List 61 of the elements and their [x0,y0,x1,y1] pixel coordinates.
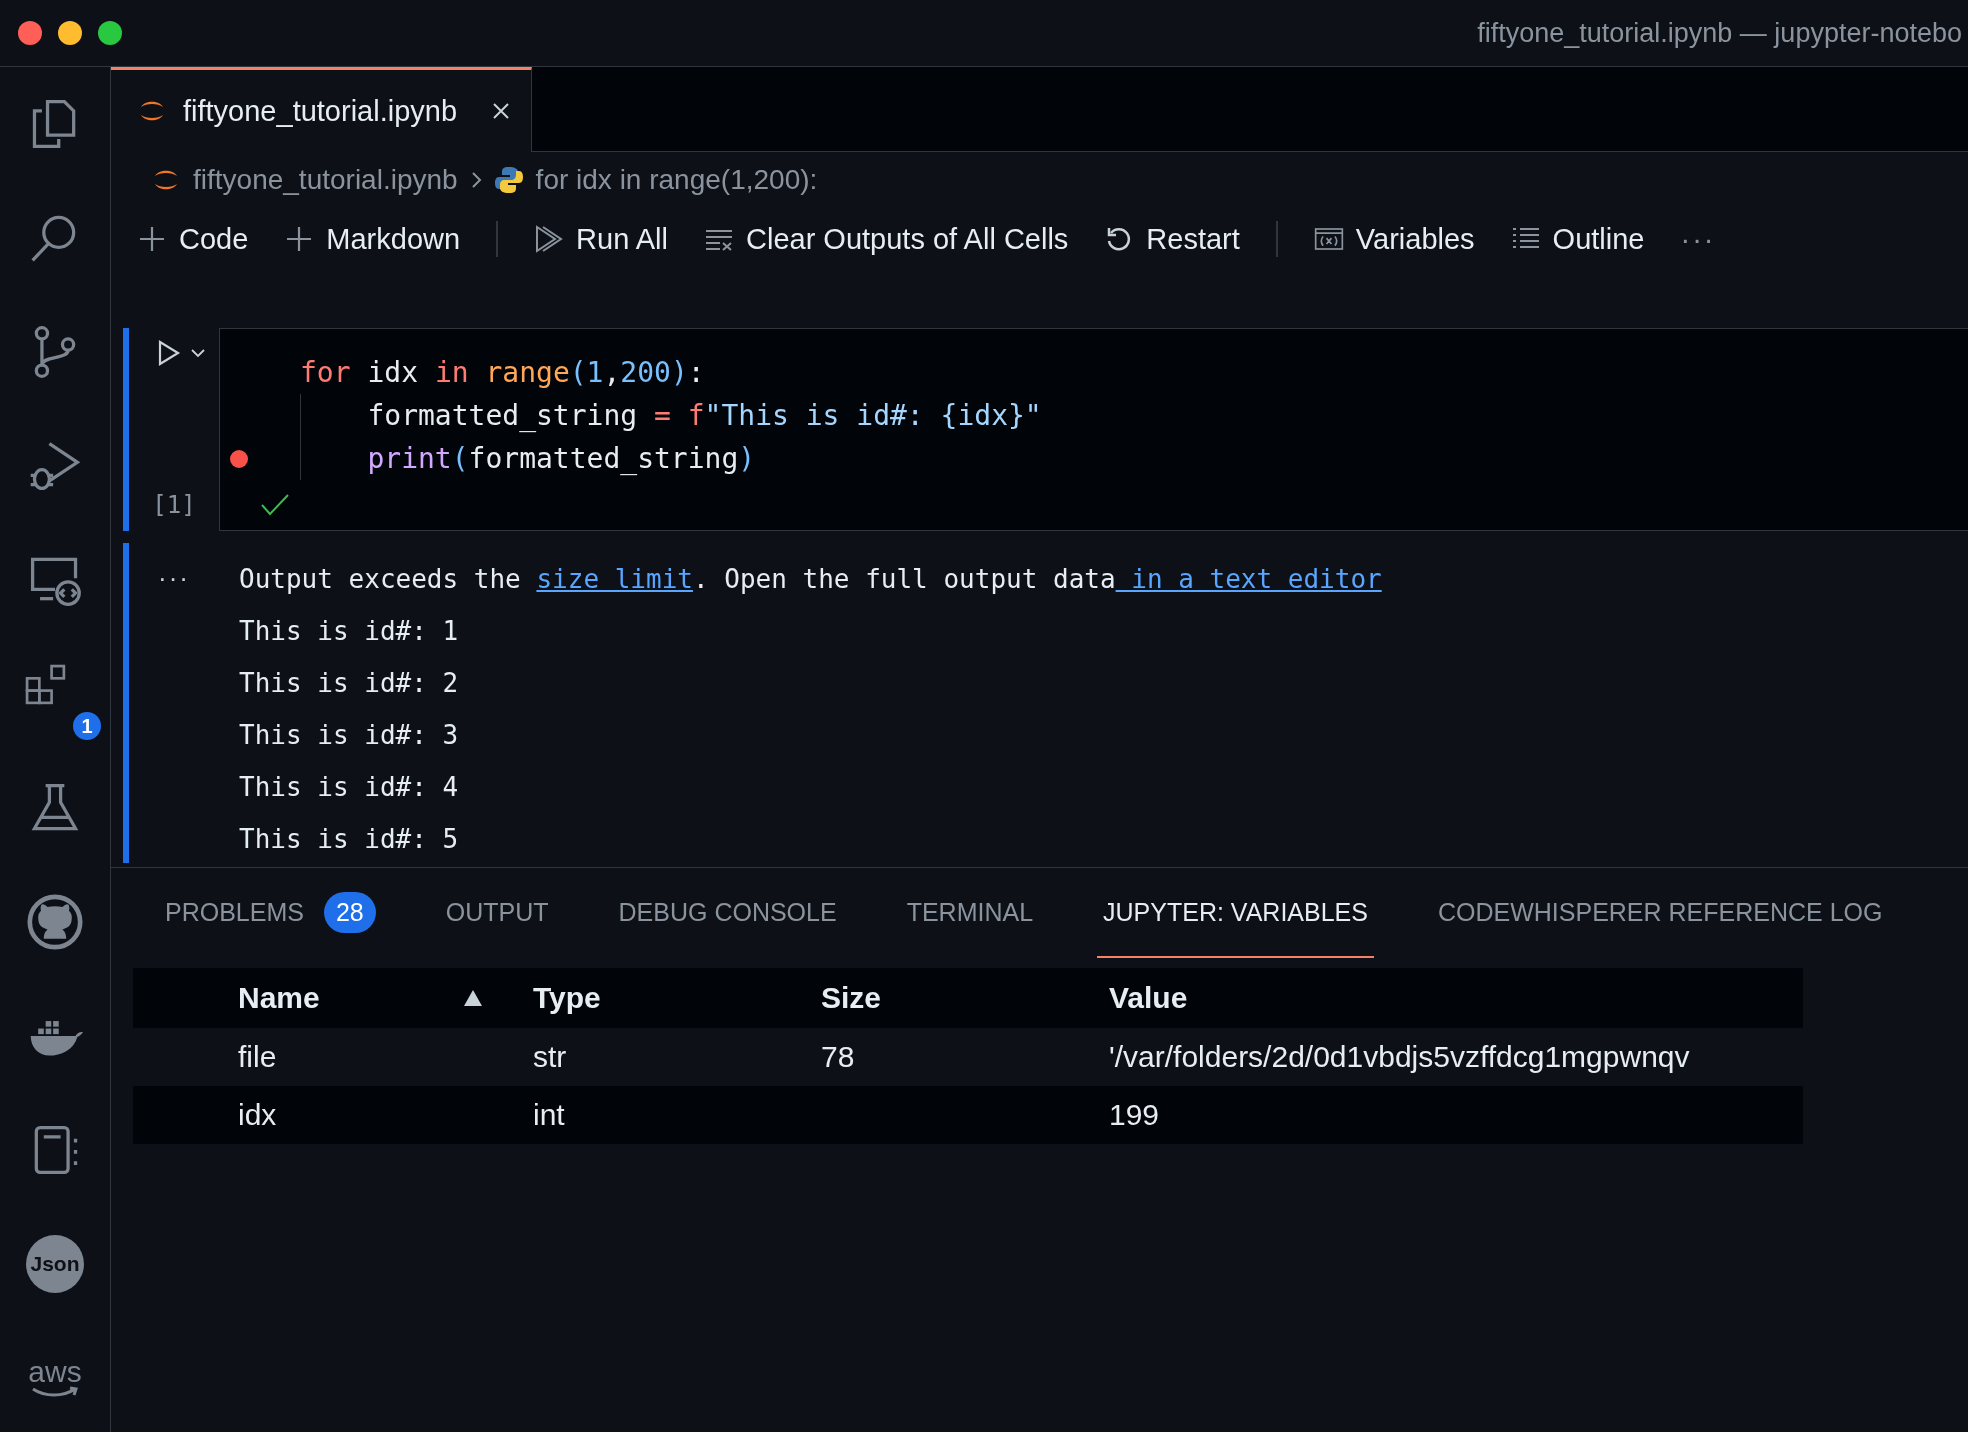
code-line: formatted_string = f"This is id#: {idx}" [300,394,1042,437]
toolbar-button[interactable]: Clear Outputs of All Cells [746,222,1069,256]
column-header[interactable]: Size [821,981,882,1015]
plus-icon [137,224,167,254]
breakpoint-dot[interactable] [230,449,248,468]
output-link[interactable]: size limit [536,564,693,594]
chevron-right-icon [469,170,482,190]
output-message: Output exceeds the size limit. Open the full output data in a text editor [239,563,1382,596]
output-actions-button[interactable]: ··· [158,563,190,594]
table-row[interactable]: file str 78 '/var/folders/2d/0d1vbdjs5vzffdcg1mgpwnqv [133,1028,1803,1086]
execution-count: [1] [152,491,196,519]
close-icon[interactable] [491,101,512,121]
panel-tab[interactable]: JUPYTER: VARIABLES [1097,868,1374,958]
python-icon [493,165,524,195]
table-cell: '/var/folders/2d/0d1vbdjs5vzffdcg1mgpwnqv [1109,1040,1690,1074]
cat-logo-icon[interactable] [27,894,83,950]
output-line: This is id#: 1 [239,615,460,648]
code-line: print(formatted_string) [300,437,756,480]
toolbar-button[interactable]: Restart [1146,222,1240,256]
close-window-button[interactable] [18,21,42,45]
table-cell: int [533,1098,565,1132]
editor-tab[interactable]: fiftyone_tutorial.ipynb [111,67,533,152]
toolbar-button[interactable]: Run All [576,222,668,256]
more-actions-button[interactable]: ··· [1680,222,1716,256]
sort-up-icon[interactable] [463,989,483,1007]
code-line: for idx in range(1,200): [300,355,705,391]
breadcrumb-item[interactable]: for idx in range(1,200): [535,164,818,196]
panel-tab[interactable]: PROBLEMS 28 [159,868,382,958]
panel-tab[interactable]: TERMINAL [900,868,1040,958]
json-logo[interactable]: Json [26,1235,84,1293]
table-cell: 78 [821,1040,855,1074]
code-editor[interactable]: for idx in range(1,200): formatted_string = f"This is id#: {idx}" print(formatted_string) [219,328,1968,531]
output-link[interactable]: in a text editor [1115,564,1382,594]
table-cell: str [533,1040,567,1074]
window-title: fiftyone_tutorial.ipynb — jupypter-notebo [1477,17,1962,49]
panel-tab[interactable]: OUTPUT [439,868,555,958]
table-cell: idx [238,1098,277,1132]
toolbar-button[interactable]: Markdown [326,222,461,256]
column-header[interactable]: Value [1109,981,1188,1015]
toolbar-button[interactable]: Code [179,222,249,256]
table-cell: 199 [1109,1098,1160,1132]
toolbar-button[interactable]: Outline [1552,222,1645,256]
output-line: This is id#: 5 [239,823,460,856]
output-line: This is id#: 4 [239,771,460,804]
panel-tab[interactable]: CODEWHISPERER REFERENCE LOG [1431,868,1889,958]
smile-arrow-icon [30,1386,80,1398]
notification-badge: 1 [70,709,104,743]
output-line: This is id#: 3 [239,719,460,752]
table-row[interactable]: idx int 199 [133,1086,1803,1144]
column-header[interactable]: Type [533,981,601,1015]
double-play-icon [534,224,565,254]
count-badge: 28 [323,891,376,933]
panel-tab[interactable]: DEBUG CONSOLE [612,868,843,958]
zoom-window-button[interactable] [98,21,122,45]
minimize-window-button[interactable] [58,21,82,45]
toolbar-button[interactable]: Variables [1355,222,1475,256]
column-header[interactable]: Name [238,981,320,1015]
table-cell: file [238,1040,277,1074]
breadcrumb-item[interactable]: fiftyone_tutorial.ipynb [193,164,458,196]
aws-logo-text[interactable]: aws [28,1358,82,1386]
output-line: This is id#: 2 [239,667,460,700]
